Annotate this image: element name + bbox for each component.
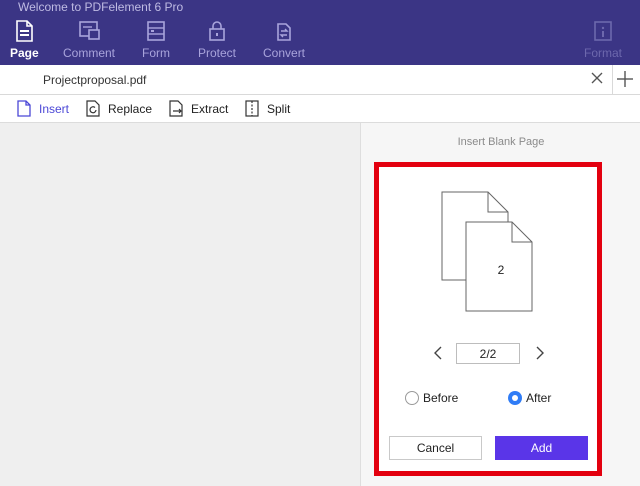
split-icon [245,100,259,117]
comment-icon [79,21,100,40]
add-button[interactable]: Add [495,436,588,460]
toolbar-page-label: Page [10,46,39,60]
extract-icon [169,100,183,117]
page-subtoolbar: Insert Replace Extract Split [0,95,640,123]
toolbar-convert-label: Convert [263,46,306,60]
after-radio-circle[interactable] [508,391,522,405]
toolbar-convert-button[interactable]: Convert [263,19,305,63]
extract-button[interactable]: Extract [168,100,228,117]
after-radio[interactable]: After [508,391,551,405]
info-icon [594,21,612,41]
tab-divider [612,65,613,95]
insert-label: Insert [39,101,70,116]
toolbar-protect-button[interactable]: Protect [198,19,236,63]
document-tab-title[interactable]: Projectproposal.pdf [43,73,146,87]
form-icon [147,21,165,41]
cancel-button[interactable]: Cancel [389,436,482,460]
new-page-number: 2 [498,263,505,277]
toolbar-comment-button[interactable]: Comment [63,19,115,63]
toolbar-protect-label: Protect [198,46,237,60]
previous-page-chevron-icon[interactable] [432,346,444,360]
before-radio[interactable]: Before [405,391,458,405]
replace-button[interactable]: Replace [85,100,152,117]
document-tab-bar: Projectproposal.pdf [0,65,640,95]
insert-button[interactable]: Insert [16,100,69,117]
toolbar-format-label: Format [584,46,623,60]
convert-icon [277,23,291,41]
toolbar-form-label: Form [142,46,170,60]
new-tab-plus-icon[interactable] [616,70,634,88]
toolbar-page-button[interactable]: Page [10,19,39,63]
toolbar-comment-label: Comment [63,46,116,60]
panel-title: Insert Blank Page [457,136,545,148]
lock-icon [209,21,225,41]
main-toolbar: Welcome to PDFelement 6 Pro Page Comment… [0,0,640,65]
window-title: Welcome to PDFelement 6 Pro [18,0,184,14]
extract-label: Extract [191,101,229,116]
replace-icon [86,100,100,117]
page-number-input[interactable] [456,343,520,364]
next-page-chevron-icon[interactable] [534,346,546,360]
page-icon [16,20,34,42]
replace-label: Replace [108,101,153,116]
after-radio-label: After [526,391,552,405]
toolbar-form-button[interactable]: Form [142,19,170,63]
document-canvas[interactable] [0,123,360,486]
close-tab-icon[interactable] [590,71,604,85]
toolbar-format-button[interactable]: Format [584,19,622,63]
before-radio-circle[interactable] [405,391,419,405]
blank-pages-illustration: 2 [441,191,533,312]
split-label: Split [267,101,291,116]
insert-page-icon [17,100,31,117]
before-radio-label: Before [423,391,459,405]
split-button[interactable]: Split [244,100,290,117]
